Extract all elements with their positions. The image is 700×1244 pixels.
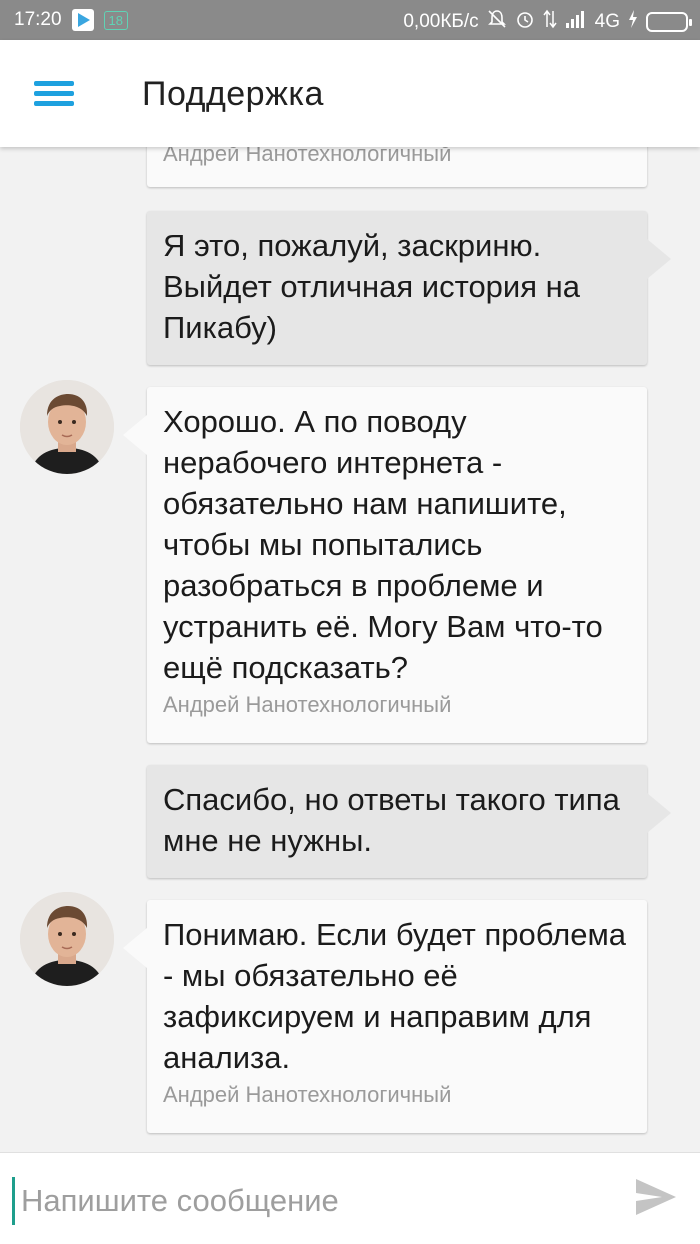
app-bar: Поддержка xyxy=(0,40,700,147)
status-bar: 17:20 18 0,00КБ/с 4G xyxy=(0,0,700,40)
mute-icon xyxy=(487,9,507,34)
message-outgoing: Я это, пожалуй, заскриню. Выйдет отлична… xyxy=(147,211,671,365)
network-type: 4G xyxy=(594,10,620,32)
avatar[interactable] xyxy=(20,380,114,474)
chat-message-list[interactable]: Андрей Нанотехнологичный Я это, пожалуй,… xyxy=(0,147,700,1152)
message-text: Я это, пожалуй, заскриню. Выйдет отлична… xyxy=(163,228,581,345)
battery-icon xyxy=(646,11,692,32)
message-author: Андрей Нанотехнологичный xyxy=(163,147,452,166)
message-composer xyxy=(0,1152,700,1244)
send-icon[interactable] xyxy=(634,1177,682,1221)
notification-count-badge: 18 xyxy=(103,10,129,30)
network-speed: 0,00КБ/с xyxy=(403,10,479,32)
message-text: Спасибо, но ответы такого типа мне не ну… xyxy=(163,782,620,858)
message-text: Понимаю. Если будет проблема - мы обязат… xyxy=(163,917,627,1075)
message-incoming: Андрей Нанотехнологичный xyxy=(147,147,647,187)
charging-icon xyxy=(628,9,638,34)
message-incoming: Хорошо. А по поводу нерабочего интернета… xyxy=(123,387,647,743)
play-store-icon xyxy=(71,9,94,31)
message-input[interactable] xyxy=(12,1177,612,1225)
signal-icon xyxy=(565,9,587,34)
status-time: 17:20 xyxy=(14,9,62,30)
message-text: Хорошо. А по поводу нерабочего интернета… xyxy=(163,404,603,685)
alarm-icon xyxy=(515,9,535,34)
data-arrows-icon xyxy=(543,9,557,34)
message-author: Андрей Нанотехнологичный xyxy=(163,1082,452,1107)
message-author: Андрей Нанотехнологичный xyxy=(163,692,452,717)
page-title: Поддержка xyxy=(142,75,324,113)
message-incoming: Понимаю. Если будет проблема - мы обязат… xyxy=(123,900,647,1133)
message-outgoing: Спасибо, но ответы такого типа мне не ну… xyxy=(147,765,671,878)
avatar[interactable] xyxy=(20,892,114,986)
hamburger-menu-icon[interactable] xyxy=(34,78,74,108)
